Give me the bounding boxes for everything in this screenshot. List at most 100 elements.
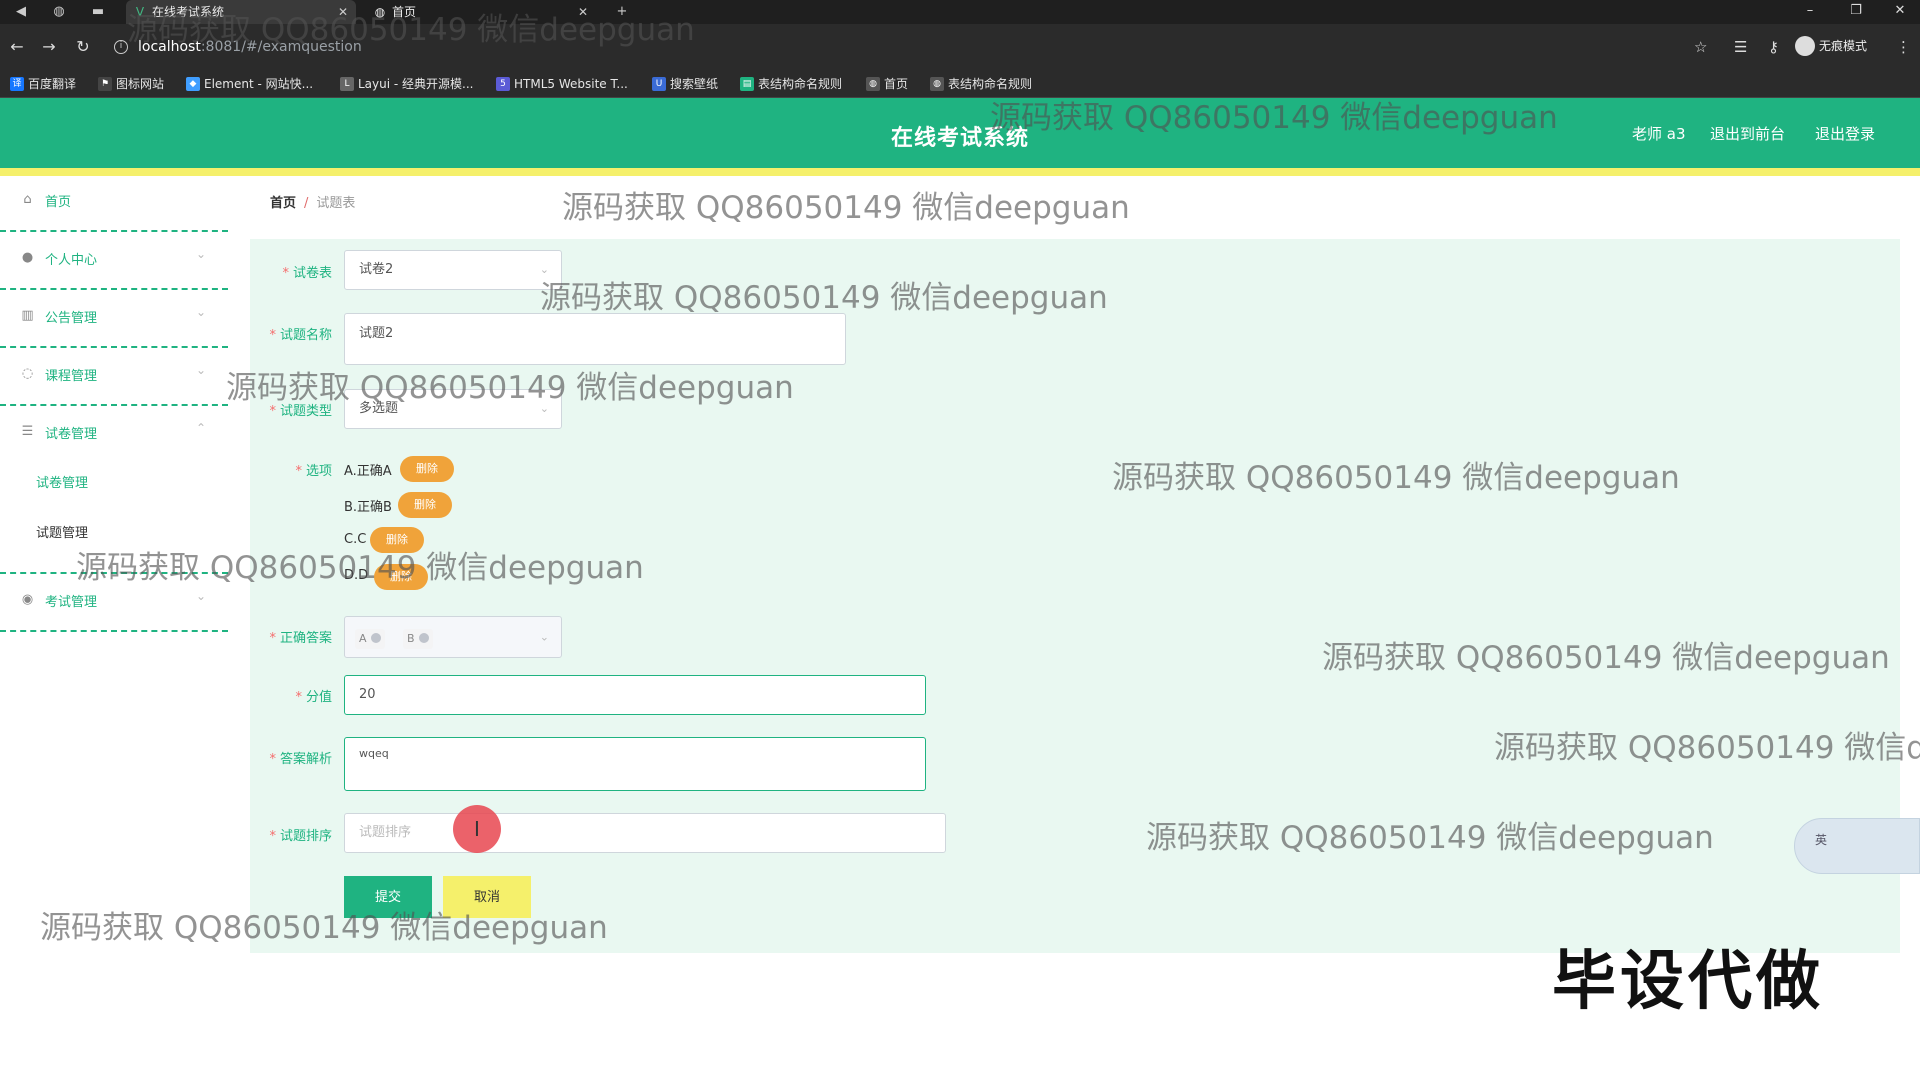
html5-icon: 5 [496,77,510,91]
logout-link[interactable]: 退出登录 [1815,123,1875,144]
bookmark-label: 表结构命名规则 [948,77,1033,91]
delete-option-button[interactable]: 删除 [400,456,454,482]
exit-to-front-link[interactable]: 退出到前台 [1710,123,1785,144]
order-label: * 试题排序 [269,829,332,844]
score-value: 20 [359,687,376,702]
watermark: 源码获取 QQ86050149 微信deepguan [226,370,794,406]
forward-icon[interactable]: → [38,36,60,58]
close-window-icon[interactable]: ✕ [1880,0,1920,24]
bookmark-label: 搜索壁纸 [670,77,719,91]
bookmark-item[interactable]: ◍ 首页 [866,75,908,93]
ime-floating-widget[interactable]: 英 [1794,818,1920,874]
sidebar-item-courses[interactable]: ◌ 课程管理 ⌄ [0,350,228,406]
question-order-input[interactable]: 试题排序 [344,813,946,853]
back-icon[interactable]: ← [6,36,28,58]
bookmark-item[interactable]: L Layui - 经典开源模... [340,75,473,93]
more-menu-icon[interactable]: ⋮ [1896,35,1911,59]
paper-select[interactable]: 试卷2 ⌄ [344,250,562,290]
chevron-down-icon: ⌄ [195,363,206,377]
reload-icon[interactable]: ↻ [72,36,94,58]
answer-analysis-value: wqeq [359,747,389,760]
delete-option-button[interactable]: 删除 [398,492,452,518]
globe-icon[interactable]: ◍ [50,3,68,21]
answer-tag[interactable]: A [355,629,385,649]
watermark: 源码获取 QQ86050149 微信deepguan [76,550,644,586]
bookmark-label: Layui - 经典开源模... [358,77,474,91]
correct-answer-select[interactable]: A B ⌄ [344,616,562,658]
chevron-down-icon: ⌄ [195,247,206,261]
restore-icon[interactable]: ❐ [1836,0,1876,24]
user-icon: ● [21,250,34,265]
sidebar-item-label: 考试管理 [45,595,98,610]
watermark: 源码获取 QQ86050149 微信deepguan [127,12,695,48]
tag-close-icon[interactable] [370,633,381,643]
bookmark-item[interactable]: 译百度翻译 [10,75,76,93]
incognito-icon [1795,36,1815,56]
name-label: * 试题名称 [269,328,332,343]
speaker-icon[interactable]: ◀ [12,3,30,21]
answer-label: * 正确答案 [269,631,332,646]
sidebar-item-label: 首页 [45,195,72,210]
window-icon[interactable]: ▬ [89,3,107,21]
info-icon[interactable]: i [114,40,128,54]
watermark: 源码获取 QQ86050149 微信deepguan [1146,820,1714,856]
bookmark-item[interactable]: ◆ Element - 网站快... [186,75,313,93]
minimize-icon[interactable]: – [1790,0,1830,24]
bookmark-item[interactable]: ▤ 表结构命名规则 [740,75,842,93]
incognito-profile[interactable]: 无痕模式 [1795,34,1867,58]
watermark: 源码获取 QQ86050149 微信de [1494,730,1920,766]
watermark: 源码获取 QQ86050149 微信deepguan [40,910,608,946]
u-icon: U [652,77,666,91]
answer-tag[interactable]: B [403,629,433,649]
sidebar-item-personal[interactable]: ● 个人中心 ⌄ [0,234,228,290]
watermark: 源码获取 QQ86050149 微信deepguan [1112,460,1680,496]
score-label: * 分值 [295,690,332,705]
option-text: B.正确B [344,500,392,515]
watermark: 源码获取 QQ86050149 微信deepguan [562,190,1130,226]
profile-label: 无痕模式 [1819,39,1868,53]
sidebar-item-home[interactable]: ⌂ 首页 [0,176,228,232]
bookmark-item[interactable]: 5 HTML5 Website T... [496,75,628,93]
score-input[interactable]: 20 [344,675,926,715]
text-cursor-icon: I [474,817,480,841]
bookmark-label: Element - 网站快... [204,77,314,91]
answer-analysis-textarea[interactable]: wqeq [344,737,926,791]
question-name-textarea[interactable]: 试题2 [344,313,846,365]
paper-label: * 试卷表 [282,266,332,281]
sliders-icon: ☰ [21,424,34,439]
globe-icon: ◍ [866,77,880,91]
bookmarks-bar: 译百度翻译 ⚑ 图标网站 ◆ Element - 网站快... L Layui - 经… [0,70,1920,98]
tag-close-icon[interactable] [418,633,429,643]
breadcrumb-separator: / [304,196,309,211]
bookmark-label: 图标网站 [116,77,165,91]
sidebar-item-label: 个人中心 [45,253,98,268]
sidebar-item-label: 公告管理 [45,311,98,326]
sheet-icon: ▤ [740,77,754,91]
reading-list-icon[interactable]: ☰ [1734,35,1747,59]
watermark: 源码获取 QQ86050149 微信deepguan [1322,640,1890,676]
current-user: 老师 a3 [1632,125,1686,143]
sidebar-item-notices[interactable]: ▥ 公告管理 ⌄ [0,292,228,348]
watermark: 源码获取 QQ86050149 微信deepguan [540,280,1108,316]
pin-icon: ◉ [21,592,34,607]
bookmark-item[interactable]: ⚑ 图标网站 [98,75,164,93]
sidebar-subitem-question-mgmt[interactable]: 试题管理 [36,522,88,541]
promo-overlay-text: 毕设代做 [1552,945,1824,1019]
breadcrumb-home[interactable]: 首页 [270,196,296,211]
click-indicator: I [453,805,501,853]
lightbulb-icon: ◌ [21,366,34,381]
key-icon[interactable]: ⚷ [1768,35,1779,59]
watermark: 源码获取 QQ86050149 微信deepguan [990,100,1558,136]
option-text: A.正确A [344,464,392,479]
bookmark-item[interactable]: ◍ 表结构命名规则 [930,75,1032,93]
chart-icon: ▥ [21,308,34,323]
chevron-down-icon: ⌄ [195,589,206,603]
ime-mode-label: 英 [1815,833,1828,847]
star-icon[interactable]: ☆ [1694,35,1707,59]
bookmark-item[interactable]: U 搜索壁纸 [652,75,718,93]
chevron-up-icon: ⌃ [195,421,206,435]
header-accent-strip [0,168,1920,176]
sidebar-subitem-paper-mgmt[interactable]: 试卷管理 [36,472,88,491]
bookmark-label: 百度翻译 [28,77,77,91]
paper-select-value: 试卷2 [359,262,394,277]
